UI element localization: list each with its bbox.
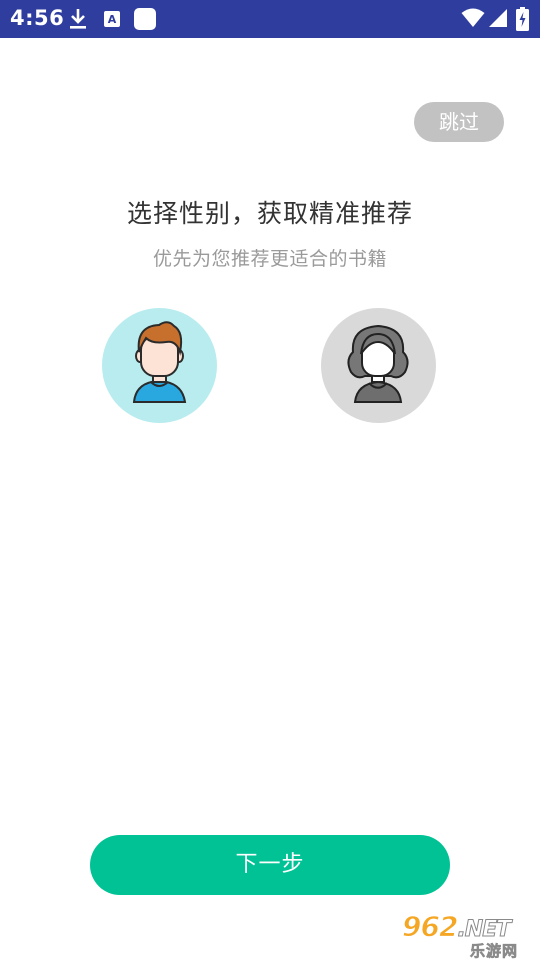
skip-button[interactable]: 跳过 [414,102,504,142]
female-avatar-option[interactable] [321,308,436,423]
app-placeholder-icon [133,7,157,35]
status-bar: 4:56 A [0,0,540,38]
watermark-suffix: .NET [457,917,512,943]
cell-signal-icon [488,8,508,32]
watermark-number: 962 [401,910,458,944]
svg-text:A: A [108,13,117,26]
female-avatar-icon [347,324,409,403]
watermark-main: 962.NET [401,910,512,944]
status-time: 4:56 [10,6,65,30]
male-avatar-option[interactable] [102,308,217,423]
site-watermark: 962.NET 乐游网 [400,910,536,961]
download-icon [68,8,88,34]
next-step-button[interactable]: 下一步 [90,835,450,895]
male-avatar-icon [132,321,187,403]
page-title: 选择性别，获取精准推荐 [126,199,413,228]
wifi-icon [461,8,485,32]
battery-charging-icon [516,7,529,35]
page-subtitle: 优先为您推荐更适合的书籍 [152,248,387,270]
watermark-sub: 乐游网 [470,942,519,961]
accessibility-a-icon: A [103,8,121,34]
